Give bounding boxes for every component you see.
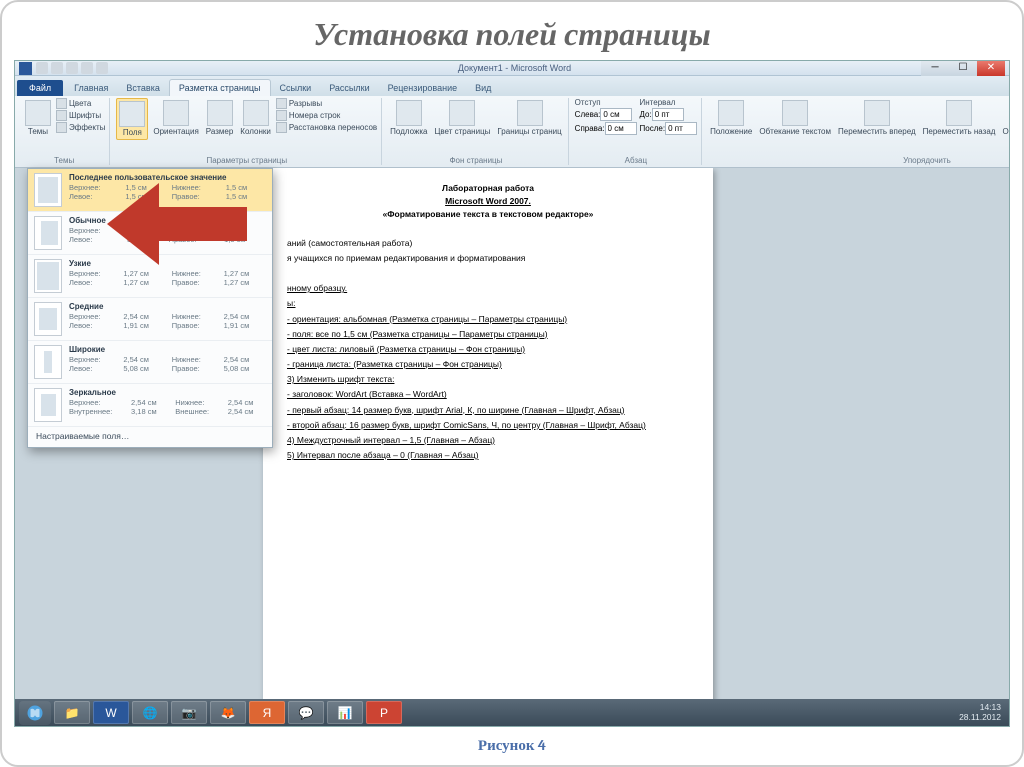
group-themes: Темы Цвета Шрифты Эффекты Темы [19,98,110,165]
selection-pane-button[interactable]: Область выделения [1000,98,1010,138]
close-button[interactable]: ✕ [977,61,1005,76]
indent-right[interactable]: Справа: [575,122,637,135]
doc-heading: Лабораторная работа [287,182,689,195]
space-after[interactable]: После: [640,122,698,135]
hyphenation-button[interactable]: Расстановка переносов [276,122,377,133]
task-item[interactable]: 📷 [171,701,207,724]
quick-access-toolbar[interactable] [36,62,108,74]
breaks-button[interactable]: Разрывы [276,98,377,109]
annotation-arrow [107,183,247,253]
group-page-background: Подложка Цвет страницы Границы страниц Ф… [384,98,569,165]
themes-button[interactable]: Темы [23,98,53,138]
tab-review[interactable]: Рецензирование [379,80,467,96]
group-arrange: Положение Обтекание текстом Переместить … [704,98,1010,165]
task-item[interactable]: Я [249,701,285,724]
task-item[interactable]: 🌐 [132,701,168,724]
tab-view[interactable]: Вид [466,80,500,96]
system-tray[interactable]: 14:13 28.11.2012 [959,703,1005,722]
page[interactable]: Лабораторная работа Microsoft Word 2007.… [263,168,713,711]
margin-option-mirrored[interactable]: Зеркальное Верхнее:2,54 смНижнее:2,54 см… [28,384,272,427]
margins-button[interactable]: Поля [116,98,148,140]
figure-caption: Рисунок 4 [2,736,1022,755]
tab-page-layout[interactable]: Разметка страницы [169,79,271,96]
colors-button[interactable]: Цвета [56,98,105,109]
spacing-label: Интервал [640,98,698,107]
group-paragraph: Отступ Слева: Справа: Интервал До: После… [571,98,702,165]
tab-references[interactable]: Ссылки [271,80,321,96]
window-title: Документ1 - Microsoft Word [108,63,921,73]
task-powerpoint[interactable]: P [366,701,402,724]
slide-title: Установка полей страницы [2,2,1022,63]
task-item[interactable]: 💬 [288,701,324,724]
page-borders-button[interactable]: Границы страниц [495,98,563,138]
size-button[interactable]: Размер [204,98,236,138]
task-word[interactable]: W [93,701,129,724]
indent-left[interactable]: Слева: [575,108,637,121]
orientation-button[interactable]: Ориентация [151,98,200,138]
minimize-button[interactable]: ─ [921,61,949,76]
line-numbers-button[interactable]: Номера строк [276,110,377,121]
bring-forward-button[interactable]: Переместить вперед [836,98,918,138]
windows-taskbar: 📁 W 🌐 📷 🦊 Я 💬 📊 P 14:13 28.11.2012 [15,699,1009,726]
maximize-button[interactable]: ☐ [949,61,977,76]
ribbon-tabs: Файл Главная Вставка Разметка страницы С… [15,76,1009,96]
group-page-setup: Поля Ориентация Размер Колонки Разрывы Н… [112,98,382,165]
titlebar: Документ1 - Microsoft Word ─ ☐ ✕ [15,61,1009,76]
send-backward-button[interactable]: Переместить назад [921,98,998,138]
tab-insert[interactable]: Вставка [117,80,168,96]
margin-option-moderate[interactable]: Средние Верхнее:2,54 смНижнее:2,54 смЛев… [28,298,272,341]
margin-option-wide[interactable]: Широкие Верхнее:2,54 смНижнее:2,54 смЛев… [28,341,272,384]
word-window: Документ1 - Microsoft Word ─ ☐ ✕ Файл Гл… [14,60,1010,727]
task-item[interactable]: 📊 [327,701,363,724]
columns-button[interactable]: Колонки [238,98,273,138]
wrap-text-button[interactable]: Обтекание текстом [757,98,833,138]
page-color-button[interactable]: Цвет страницы [432,98,492,138]
effects-button[interactable]: Эффекты [56,122,105,133]
start-button[interactable] [19,701,51,725]
word-icon [19,62,32,75]
tab-mailings[interactable]: Рассылки [320,80,378,96]
space-before[interactable]: До: [640,108,698,121]
indent-label: Отступ [575,98,637,107]
watermark-button[interactable]: Подложка [388,98,429,138]
task-item[interactable]: 🦊 [210,701,246,724]
margin-preview-icon [34,173,62,207]
ribbon: Темы Цвета Шрифты Эффекты Темы Поля Орие… [15,96,1009,168]
tab-file[interactable]: Файл [17,80,63,96]
task-explorer[interactable]: 📁 [54,701,90,724]
fonts-button[interactable]: Шрифты [56,110,105,121]
tab-home[interactable]: Главная [65,80,117,96]
position-button[interactable]: Положение [708,98,754,138]
custom-margins-link[interactable]: Настраиваемые поля… [28,427,272,445]
